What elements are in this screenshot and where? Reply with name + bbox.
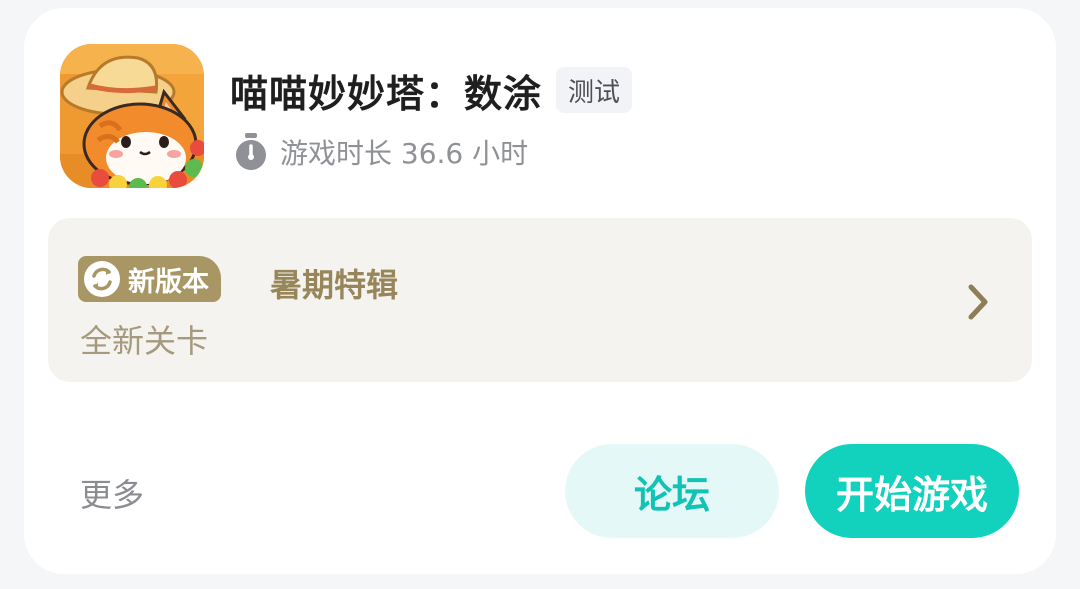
test-tag: 测试 [556, 67, 633, 113]
game-card: 喵喵妙妙塔：数涂 测试 游戏时长 36.6 小时 新版本 暑期特辑 全新关卡 更… [24, 8, 1056, 574]
title-row: 喵喵妙妙塔：数涂 测试 [230, 64, 633, 116]
new-version-badge: 新版本 [78, 256, 221, 302]
refresh-icon [84, 261, 120, 297]
update-panel[interactable]: 新版本 暑期特辑 全新关卡 [48, 218, 1032, 382]
playtime-row: 游戏时长 36.6 小时 [232, 132, 528, 172]
more-link[interactable]: 更多 [80, 470, 144, 516]
cat-with-straw-hat-icon [60, 44, 204, 188]
start-game-button[interactable]: 开始游戏 [805, 444, 1019, 538]
forum-button[interactable]: 论坛 [565, 444, 779, 538]
playtime-text: 游戏时长 36.6 小时 [280, 137, 529, 170]
update-title: 暑期特辑 [270, 266, 399, 304]
game-title: 喵喵妙妙塔：数涂 [230, 71, 543, 116]
stopwatch-icon [236, 133, 266, 170]
game-app-icon[interactable] [60, 44, 204, 188]
badge-label: 新版本 [128, 266, 209, 298]
update-subtitle: 全新关卡 [80, 322, 209, 360]
chevron-right-icon [968, 284, 988, 320]
